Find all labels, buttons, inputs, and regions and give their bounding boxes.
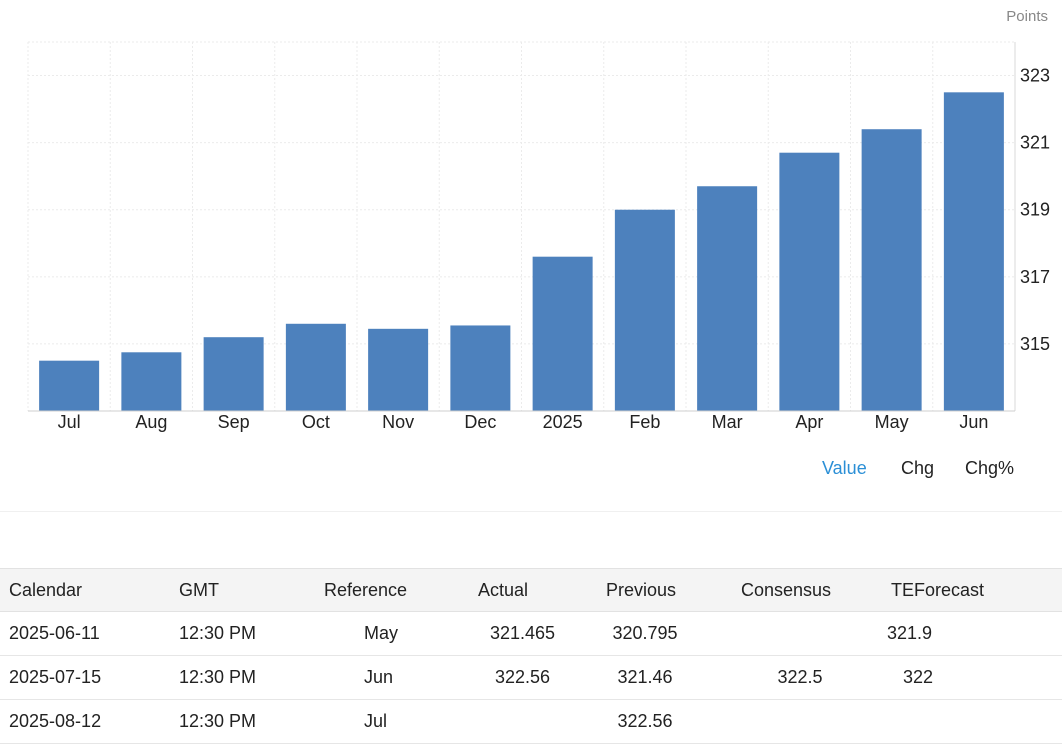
cell-reference: Jun (305, 655, 430, 700)
cell-calendar: 2025-07-15 (0, 655, 170, 700)
toggle-chg[interactable]: Chg (901, 458, 934, 479)
bar (368, 328, 429, 411)
x-tick-label: 2025 (543, 412, 583, 432)
bar (943, 92, 1004, 412)
table-row: 2025-06-11 12:30 PM May 321.465 320.795 … (0, 611, 1062, 656)
cell-actual: 322.56 (430, 655, 555, 700)
table-header-row: Calendar GMT Reference Actual Previous C… (0, 568, 1062, 612)
calendar-table: Calendar GMT Reference Actual Previous C… (0, 568, 1062, 744)
header-teforecast[interactable]: TEForecast (835, 568, 1062, 612)
view-toggles: Value Chg Chg% (0, 458, 1062, 482)
bar-chart: 315 317 319 321 323 Jul Aug Sep Oct Nov Dec 2025 Feb… (27, 41, 1050, 432)
bar (614, 209, 675, 411)
table-row: 2025-08-12 12:30 PM Jul 322.56 (0, 699, 1062, 744)
section-divider (0, 511, 1062, 512)
header-reference[interactable]: Reference (305, 568, 430, 612)
cell-teforecast: 321.9 (835, 611, 1062, 656)
bar (861, 129, 922, 411)
x-tick-label: Dec (464, 412, 496, 432)
cell-previous: 320.795 (555, 611, 685, 656)
y-tick-label: 317 (1020, 267, 1050, 287)
x-tick-label: Nov (382, 412, 414, 432)
bar (285, 323, 346, 411)
x-tick-label: Aug (135, 412, 167, 432)
bar (121, 352, 182, 411)
x-tick-label: Jun (959, 412, 988, 432)
cell-actual: 321.465 (430, 611, 555, 656)
cell-reference: May (305, 611, 430, 656)
cell-teforecast: 322 (835, 655, 1062, 700)
x-tick-label: Jul (58, 412, 81, 432)
bar (39, 360, 100, 411)
cell-calendar: 2025-08-12 (0, 699, 170, 744)
cell-actual (430, 699, 555, 744)
x-tick-label: Oct (302, 412, 330, 432)
bar (203, 337, 264, 411)
bar (532, 256, 593, 411)
table-row: 2025-07-15 12:30 PM Jun 322.56 321.46 32… (0, 655, 1062, 700)
x-tick-label: Mar (712, 412, 743, 432)
header-consensus[interactable]: Consensus (685, 568, 835, 612)
x-tick-label: May (875, 412, 909, 432)
cell-consensus (685, 699, 835, 744)
y-tick-label: 323 (1020, 66, 1050, 86)
cell-previous: 322.56 (555, 699, 685, 744)
cell-gmt: 12:30 PM (170, 611, 305, 656)
y-tick-label: 321 (1020, 133, 1050, 153)
cell-gmt: 12:30 PM (170, 655, 305, 700)
y-tick-label: 319 (1020, 200, 1050, 220)
cell-gmt: 12:30 PM (170, 699, 305, 744)
cell-previous: 321.46 (555, 655, 685, 700)
header-gmt[interactable]: GMT (170, 568, 305, 612)
bar (450, 325, 511, 411)
bar (779, 152, 840, 411)
cell-reference: Jul (305, 699, 430, 744)
x-tick-label: Apr (795, 412, 823, 432)
y-tick-label: 315 (1020, 334, 1050, 354)
x-tick-label: Feb (629, 412, 660, 432)
cell-calendar: 2025-06-11 (0, 611, 170, 656)
header-previous[interactable]: Previous (555, 568, 685, 612)
header-actual[interactable]: Actual (430, 568, 555, 612)
toggle-value[interactable]: Value (822, 458, 867, 479)
cell-consensus (685, 611, 835, 656)
toggle-chg-percent[interactable]: Chg% (965, 458, 1014, 479)
bar (697, 186, 758, 411)
chart-area: Points 315 317 319 321 323 Jul Aug Sep Oct Nov Dec… (0, 0, 1062, 470)
x-tick-label: Sep (218, 412, 250, 432)
cell-teforecast (835, 699, 1062, 744)
header-calendar[interactable]: Calendar (0, 568, 170, 612)
cell-consensus: 322.5 (685, 655, 835, 700)
